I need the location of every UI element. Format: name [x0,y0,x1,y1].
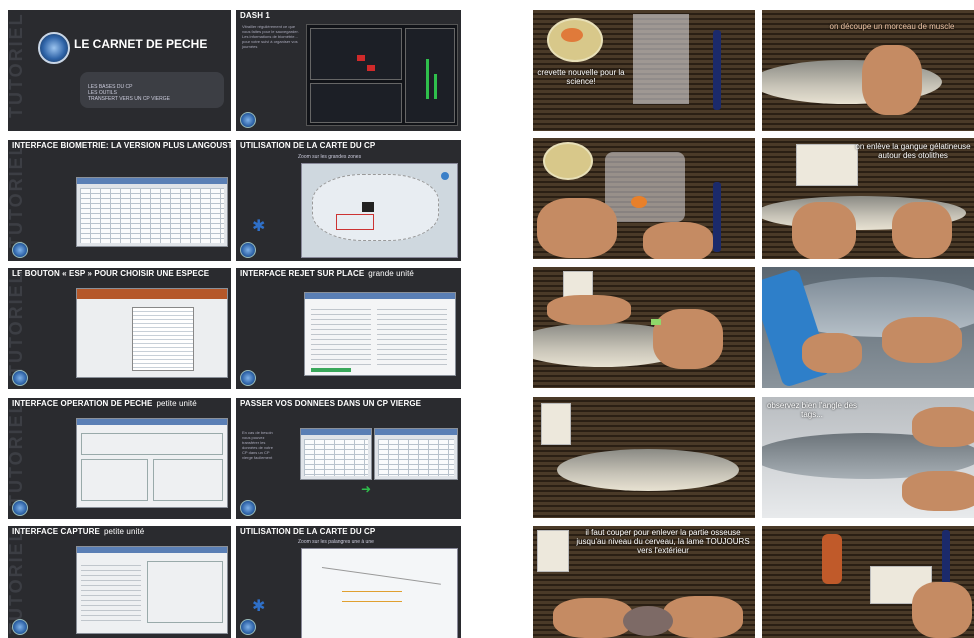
photo-angle-tags[interactable]: observez bien l'angle des tags... [762,397,974,518]
photo-tagging-gun[interactable] [762,267,974,388]
photo-caption: crevette nouvelle pour la science! [537,68,625,86]
sample-bag [605,152,685,222]
slide-subtitle: Zoom sur les palangres une à une [298,539,374,545]
slide-title: UTILISATION DE LA CARTE DU CP [240,141,376,150]
tutoriel-watermark: TUTORIEL [8,142,26,248]
hand [547,295,631,325]
slide-title: INTERFACE REJET SUR PLACE grande unité [240,269,414,278]
label-card [796,144,858,186]
slide-title: INTERFACE BIOMETRIE: LA VERSION PLUS LAN… [12,141,231,150]
photo-otolithes[interactable]: on enlève la gangue gélatineuse autour d… [762,138,974,259]
slide-subtitle: Zoom sur les grandes zones [298,154,362,160]
hand [643,222,713,259]
tag-marker [651,319,661,325]
biometrie-screenshot [76,177,228,247]
compass-logo-icon [38,32,70,64]
shrimp [561,28,583,42]
hand [902,471,974,511]
transfer-arrow-icon: ➜ [361,482,372,496]
slide-passer-donnees[interactable]: PASSER VOS DONNEES DANS UN CP VIERGE En … [236,398,461,519]
slide-carte-cp-zones[interactable]: UTILISATION DE LA CARTE DU CP Zoom sur l… [236,140,461,261]
marker-pen [942,530,950,586]
label-card [537,530,569,572]
photo-crevette[interactable]: crevette nouvelle pour la science! [533,10,755,131]
slide-carte-cp-palangres[interactable]: UTILISATION DE LA CARTE DU CP Zoom sur l… [236,526,461,638]
hand [802,333,862,373]
slide-operation-de-peche[interactable]: INTERFACE OPERATION DE PECHE petite unité… [8,398,231,519]
photo-etiquette[interactable] [762,526,974,638]
hand [553,598,633,638]
slide-title: LE CARNET DE PECHE [74,37,208,51]
compass-logo-icon [240,242,256,258]
compass-logo-icon [12,370,28,386]
map-screenshot [301,163,458,258]
photo-caption: observez bien l'angle des tags... [766,401,858,419]
bullet-box: LES BASES DU CP LES OUTILS TRANSFERT VER… [80,72,224,108]
cp-target-screenshot [374,428,458,480]
photo-caption: on découpe un morceau de muscle [829,22,955,31]
marker-pen [713,182,721,252]
slide-interface-capture[interactable]: INTERFACE CAPTURE petite unité TUTORIEL [8,526,231,638]
slide-carnet-de-peche[interactable]: TUTORIEL LE CARNET DE PECHE LES BASES DU… [8,10,231,131]
map-screenshot [301,548,458,638]
hand [653,309,723,369]
slide-title: DASH 1 [240,11,270,20]
cp-source-screenshot [300,428,372,480]
rejet-screenshot [304,292,456,376]
operation-screenshot [76,418,228,508]
slide-dash-1[interactable]: DASH 1 Vitrailler régulièrement ce que v… [236,10,461,131]
slide-interface-biometrie[interactable]: INTERFACE BIOMETRIE: LA VERSION PLUS LAN… [8,140,231,261]
hand [792,202,856,259]
tutoriel-watermark: TUTORIEL [8,12,26,118]
photo-coupe-cerveau[interactable]: il faut couper pour enlever la partie os… [533,526,755,638]
species-screenshot [76,288,228,378]
slide-title: PASSER VOS DONNEES DANS UN CP VIERGE [240,399,422,408]
compass-rose-icon: ✱ [252,598,266,615]
slide-title: INTERFACE OPERATION DE PECHE petite unité [12,399,197,408]
photo-sachet[interactable] [533,138,755,259]
hand [663,596,743,638]
label-card [541,403,571,445]
hand [882,317,962,363]
compass-logo-icon [12,242,28,258]
hand [862,45,922,115]
sample-bag [633,14,689,104]
slide-bouton-esp[interactable]: LE BOUTON « ESP » POUR CHOISIR UNE ESPEC… [8,268,231,389]
fish [623,606,673,636]
orange-tag-gun [822,534,842,584]
hand [912,407,974,447]
marker-pen [713,30,721,110]
bullet: TRANSFERT VERS UN CP VIERGE [88,96,170,102]
compass-logo-icon [12,619,28,635]
fish [557,449,739,491]
slide-note: Vitrailler régulièrement ce que vous fai… [242,24,299,49]
orange-sample [631,196,647,208]
compass-logo-icon [240,619,256,635]
slide-title: UTILISATION DE LA CARTE DU CP [240,527,376,536]
petri-dish [543,142,593,180]
compass-logo-icon [240,112,256,128]
photo-poisson-entier[interactable] [533,397,755,518]
compass-logo-icon [240,370,256,386]
compass-rose-icon: ✱ [252,218,266,235]
dashboard-screenshot [306,24,458,126]
photo-tag[interactable] [533,267,755,388]
slide-title: INTERFACE CAPTURE petite unité [12,527,145,536]
photo-caption: il faut couper pour enlever la partie os… [576,528,750,555]
compass-logo-icon [12,500,28,516]
hand [537,198,617,258]
hand [892,202,952,258]
photo-muscle[interactable]: on découpe un morceau de muscle [762,10,974,131]
photo-caption: on enlève la gangue gélatineuse autour d… [855,142,971,160]
tutoriel-watermark: TUTORIEL [8,270,26,376]
capture-screenshot [76,546,228,634]
slide-rejet-sur-place[interactable]: INTERFACE REJET SUR PLACE grande unité [236,268,461,389]
compass-logo-icon [240,500,256,516]
hand [912,582,972,638]
slide-note: En cas de besoin vous pouvez transférer … [242,430,273,460]
slide-title: LE BOUTON « ESP » POUR CHOISIR UNE ESPEC… [12,269,210,278]
tutoriel-watermark: TUTORIEL [8,400,26,506]
